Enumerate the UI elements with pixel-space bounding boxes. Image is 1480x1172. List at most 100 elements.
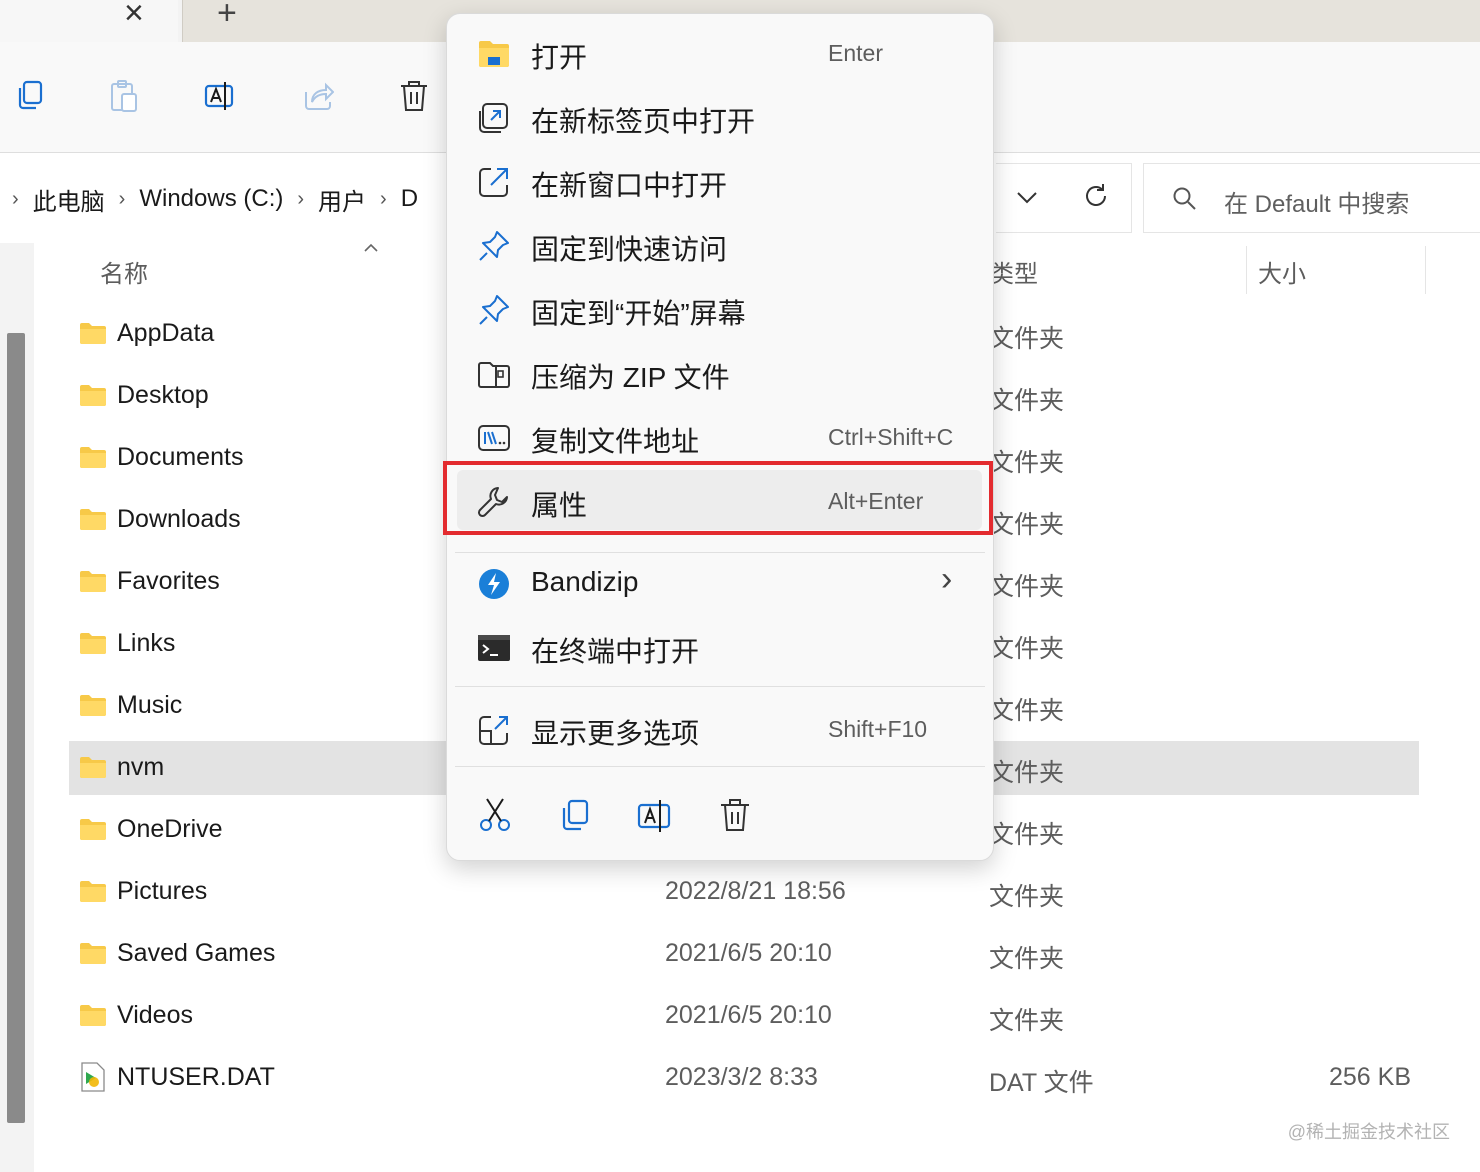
- new-tab-icon: [477, 101, 511, 135]
- copy-icon[interactable]: [14, 78, 46, 114]
- folder-icon: [79, 570, 107, 592]
- chevron-right-icon: ›: [941, 560, 953, 598]
- cut-icon[interactable]: [477, 796, 513, 834]
- new-window-icon: [477, 165, 511, 199]
- menu-item[interactable]: Bandizip ›: [447, 552, 993, 614]
- file-type: DAT 文件: [989, 1069, 1094, 1097]
- rename-icon[interactable]: [637, 796, 673, 834]
- menu-item[interactable]: 打开 Enter: [447, 22, 993, 84]
- refresh-icon[interactable]: [1082, 182, 1110, 210]
- scrollbar[interactable]: [7, 333, 25, 1123]
- menu-item-label: 固定到“开始”屏幕: [531, 298, 746, 329]
- zip-icon: [477, 357, 511, 391]
- search-icon: [1173, 187, 1196, 210]
- file-icon: [79, 1062, 107, 1092]
- folder-icon: [79, 756, 107, 778]
- menu-item[interactable]: 固定到“开始”屏幕: [447, 278, 993, 340]
- menu-item-label: 显示更多选项: [531, 718, 700, 749]
- file-type: 文件夹: [989, 697, 1065, 725]
- folder-icon: [79, 1004, 107, 1026]
- file-type: 文件夹: [989, 325, 1065, 353]
- breadcrumb[interactable]: › 此电脑 › Windows (C:) › 用户 › D: [0, 181, 418, 217]
- file-name: Documents: [117, 443, 244, 471]
- file-row[interactable]: NTUSER.DAT 2023/3/2 8:33 DAT 文件 256 KB: [69, 1051, 1419, 1105]
- share-icon[interactable]: [302, 78, 334, 114]
- menu-item-label: Bandizip: [531, 566, 639, 597]
- close-tab-icon[interactable]: ×: [124, 0, 144, 33]
- delete-icon[interactable]: [717, 796, 753, 834]
- breadcrumb-users[interactable]: 用户: [318, 182, 366, 217]
- active-tab[interactable]: ×: [0, 0, 178, 42]
- file-row[interactable]: Videos 2021/6/5 20:10 文件夹: [69, 989, 1419, 1043]
- folder-icon: [79, 384, 107, 406]
- menu-item[interactable]: 压缩为 ZIP 文件: [447, 342, 993, 404]
- terminal-icon: [477, 631, 511, 665]
- chevron-right-icon: ›: [118, 187, 126, 210]
- menu-separator: [455, 686, 985, 687]
- folder-icon: [477, 37, 511, 71]
- file-name: Pictures: [117, 877, 208, 905]
- menu-item[interactable]: 固定到快速访问: [447, 214, 993, 276]
- menu-item[interactable]: 复制文件地址 Ctrl+Shift+C: [447, 406, 993, 468]
- file-type: 文件夹: [989, 511, 1065, 539]
- menu-item[interactable]: 显示更多选项 Shift+F10: [447, 698, 993, 760]
- pin-icon: [477, 229, 511, 263]
- file-name: Links: [117, 629, 176, 657]
- file-type: 文件夹: [989, 759, 1065, 787]
- search-placeholder: 在 Default 中搜索: [1224, 191, 1410, 218]
- file-row[interactable]: Pictures 2022/8/21 18:56 文件夹: [69, 865, 1419, 919]
- menu-item-shortcut: Shift+F10: [828, 716, 928, 742]
- column-header-name[interactable]: 名称: [100, 254, 148, 289]
- menu-separator: [455, 766, 985, 767]
- new-tab-icon[interactable]: +: [217, 0, 237, 33]
- file-date: 2023/3/2 8:33: [665, 1063, 818, 1091]
- copy-icon[interactable]: [557, 796, 593, 834]
- file-name: Saved Games: [117, 939, 276, 967]
- column-divider: [1425, 246, 1426, 294]
- chevron-down-icon[interactable]: [1014, 186, 1040, 208]
- breadcrumb-this-pc[interactable]: 此电脑: [33, 182, 105, 217]
- menu-item-shortcut: Enter: [828, 40, 883, 66]
- file-name: Videos: [117, 1001, 193, 1029]
- column-header-size[interactable]: 大小: [1258, 254, 1306, 289]
- copy-path-icon: [477, 421, 511, 455]
- menu-item-label: 在新标签页中打开: [531, 106, 756, 137]
- folder-icon: [79, 694, 107, 716]
- rename-icon[interactable]: [204, 78, 236, 114]
- more-options-icon: [477, 713, 511, 747]
- highlight-box: [443, 461, 993, 535]
- menu-item-label: 压缩为 ZIP 文件: [531, 362, 730, 393]
- context-menu: 打开 Enter 在新标签页中打开在新窗口中打开固定到快速访问 固定到“开始”屏幕 压缩…: [446, 13, 994, 861]
- file-name: nvm: [117, 753, 165, 781]
- folder-icon: [79, 942, 107, 964]
- menu-item[interactable]: 在新窗口中打开: [447, 150, 993, 212]
- folder-icon: [79, 322, 107, 344]
- file-type: 文件夹: [989, 945, 1065, 973]
- file-type: 文件夹: [989, 1007, 1065, 1035]
- breadcrumb-current[interactable]: D: [401, 185, 418, 213]
- column-header-type[interactable]: 类型: [990, 254, 1038, 289]
- file-type: 文件夹: [989, 883, 1065, 911]
- menu-item-shortcut: Ctrl+Shift+C: [828, 424, 954, 450]
- folder-icon: [79, 508, 107, 530]
- folder-icon: [79, 446, 107, 468]
- menu-item[interactable]: 在终端中打开: [447, 616, 993, 678]
- menu-item[interactable]: 在新标签页中打开: [447, 86, 993, 148]
- watermark: @稀土掘金技术社区: [1287, 1122, 1450, 1142]
- breadcrumb-drive-c[interactable]: Windows (C:): [139, 185, 283, 213]
- chevron-right-icon: ›: [380, 187, 387, 210]
- sort-ascending-icon: [364, 243, 378, 252]
- menu-separator: [455, 552, 985, 553]
- file-name: Favorites: [117, 567, 220, 595]
- file-date: 2021/6/5 20:10: [665, 1001, 832, 1029]
- menu-item-label: 固定到快速访问: [531, 234, 728, 265]
- folder-icon: [79, 632, 107, 654]
- delete-icon[interactable]: [398, 78, 430, 114]
- file-type: 文件夹: [989, 821, 1065, 849]
- folder-icon: [79, 880, 107, 902]
- file-row[interactable]: Saved Games 2021/6/5 20:10 文件夹: [69, 927, 1419, 981]
- file-name: OneDrive: [117, 815, 223, 843]
- menu-item-label: 打开: [531, 42, 588, 73]
- folder-icon: [79, 818, 107, 840]
- paste-icon[interactable]: [108, 78, 140, 114]
